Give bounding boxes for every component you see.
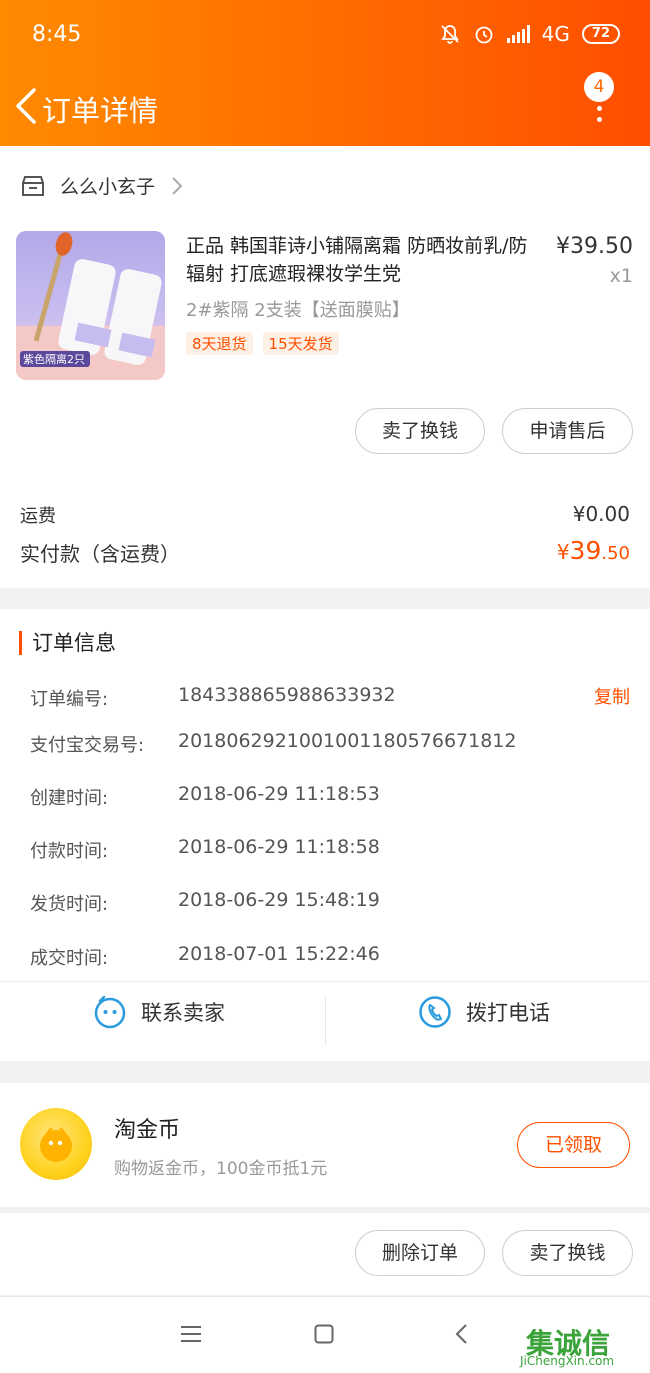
copy-button[interactable]: 复制 [594,683,630,709]
watermark-logo: 集诚信 JiChengXin.com [520,1322,638,1370]
product-quantity: x1 [609,265,633,287]
paid-time-value: 2018-06-29 11:18:58 [178,836,380,858]
paid-integer: 39 [569,536,602,565]
order-number-value: 184338865988633932 [178,684,396,706]
store-icon [22,175,44,196]
phone-icon [419,996,451,1028]
deal-time-label: 成交时间: [30,948,109,969]
created-time-label: 创建时间: [30,788,109,809]
more-menu-button[interactable]: 4 [584,70,624,130]
network-type: 4G [541,22,570,46]
vertical-divider [325,997,326,1045]
return-policy-tag: 8天退货 [186,332,253,355]
contact-seller-label: 联系卖家 [141,1001,225,1025]
page-title: 订单详情 [42,94,159,128]
battery-icon: 72 [581,24,620,44]
product-sku: 2#紫隔 2支装【送面膜贴】 [186,300,410,321]
order-info-title: 订单信息 [19,631,116,655]
sell-for-cash-bottom-button[interactable]: 卖了换钱 [502,1230,633,1276]
shop-row[interactable]: 么么小玄子 [20,172,185,199]
call-phone-button[interactable]: 拨打电话 [418,995,550,1029]
signal-icon [506,25,530,43]
shipped-time-value: 2018-06-29 15:48:19 [178,889,380,911]
service-tags: 8天退货 15天发货 [186,332,339,355]
contact-seller-button[interactable]: 联系卖家 [93,995,225,1029]
shipped-time-label: 发货时间: [30,894,109,915]
alipay-trade-value: 2018062921001001180576671812 [178,730,517,752]
watermark-sub: JiChengXin.com [520,1354,615,1368]
status-time: 8:45 [32,22,82,47]
chat-face-icon [94,995,126,1029]
divider [0,981,650,982]
coin-face-icon [40,1127,72,1162]
alipay-trade-label: 支付宝交易号: [30,735,145,756]
coin-claimed-button[interactable]: 已领取 [517,1122,630,1168]
back-nav-icon[interactable] [454,1323,468,1345]
product-title[interactable]: 正品 韩国菲诗小铺隔离霜 防晒妆前乳/防辐射 打底遮瑕裸妆学生党 [186,232,546,288]
shipping-time-tag: 15天发货 [262,332,339,355]
created-time-value: 2018-06-29 11:18:53 [178,783,380,805]
coin-title: 淘金币 [114,1118,181,1143]
home-icon[interactable] [314,1324,334,1344]
notification-badge: 4 [584,72,614,102]
coin-subtitle: 购物返金币，100金币抵1元 [114,1159,328,1179]
more-dot-icon [597,106,602,111]
paid-time-label: 付款时间: [30,841,109,862]
product-image[interactable]: 紫色隔离2只 [16,231,165,380]
menu-icon[interactable] [180,1325,202,1343]
paid-decimal: .50 [601,543,630,564]
paid-amount: ¥39.50 [557,536,630,565]
chevron-right-icon [172,176,183,195]
paid-label: 实付款（含运费） [20,542,180,566]
back-icon[interactable] [10,86,46,126]
sell-for-cash-button[interactable]: 卖了换钱 [355,408,485,454]
more-dot-icon [597,117,602,122]
mute-bell-icon [440,25,459,44]
status-icons: 4G 72 [439,22,620,46]
product-price: ¥39.50 [556,234,633,259]
paid-currency: ¥ [556,540,570,564]
order-info-card [0,609,650,1061]
shipping-value: ¥0.00 [572,502,630,526]
shipping-label: 运费 [20,506,56,527]
deal-time-value: 2018-07-01 15:22:46 [178,943,380,965]
order-number-label: 订单编号: [30,689,109,710]
delete-order-button[interactable]: 删除订单 [355,1230,485,1276]
product-image-caption: 紫色隔离2只 [23,353,85,366]
call-phone-label: 拨打电话 [466,1001,550,1025]
after-sale-button[interactable]: 申请售后 [502,408,633,454]
header: 8:45 4G 72 订单详情 4 [0,0,650,146]
coin-icon [20,1108,92,1180]
alarm-icon [475,26,493,44]
shop-name: 么么小玄子 [60,176,156,198]
